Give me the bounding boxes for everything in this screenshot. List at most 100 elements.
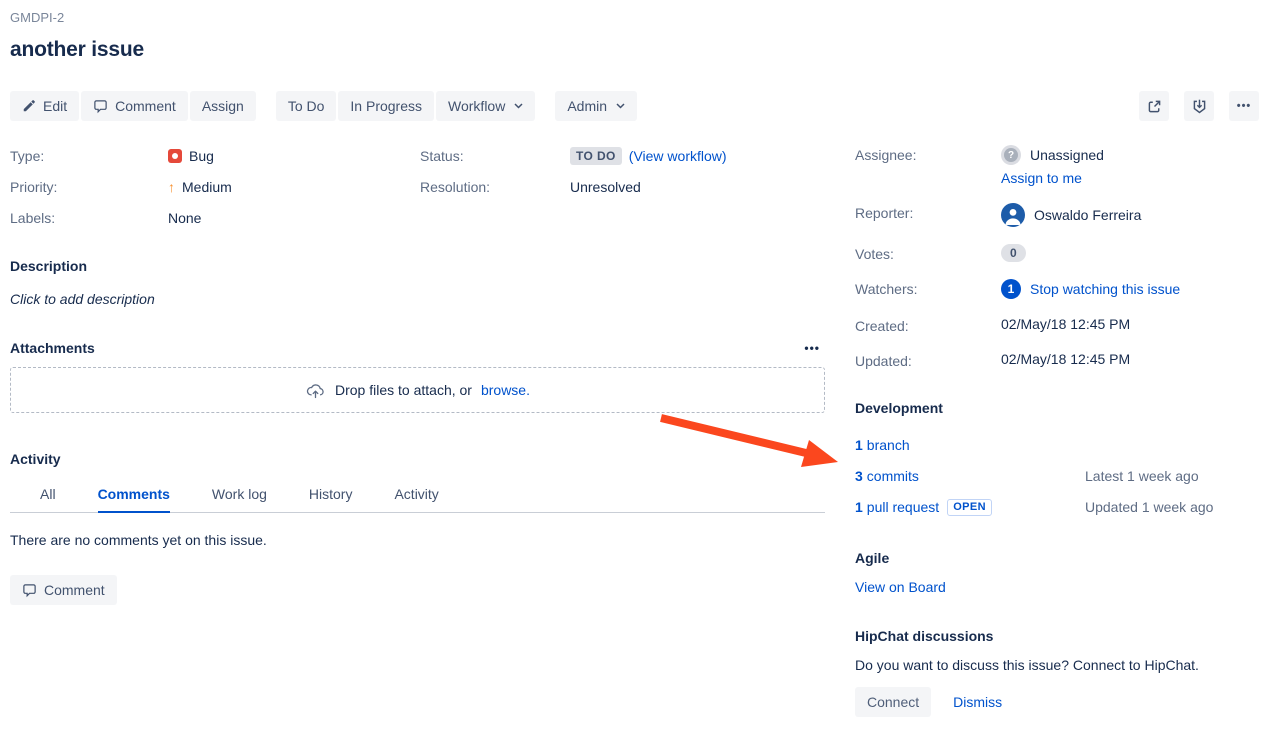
edit-button[interactable]: Edit — [10, 91, 79, 121]
type-field: Type: Bug — [10, 145, 420, 166]
hipchat-heading: HipChat discussions — [855, 628, 1259, 644]
action-button-group: Edit Comment Assign — [10, 91, 256, 121]
browse-link[interactable]: browse. — [481, 382, 530, 398]
labels-label: Labels: — [10, 210, 168, 226]
commits-link[interactable]: 3commits — [855, 468, 919, 484]
comment-bubble-icon — [22, 583, 37, 598]
cloud-upload-icon — [305, 380, 326, 401]
development-heading: Development — [855, 400, 1259, 416]
reporter-value: Oswaldo Ferreira — [1034, 207, 1141, 223]
share-icon — [1146, 98, 1163, 115]
admin-dropdown[interactable]: Admin — [555, 91, 637, 121]
votes-badge[interactable]: 0 — [1001, 244, 1026, 262]
status-field: Status: TO DO (View workflow) — [420, 145, 727, 166]
toolbar-right: ••• — [1139, 91, 1259, 121]
watchers-label: Watchers: — [855, 279, 1001, 297]
branch-link[interactable]: 1branch — [855, 437, 910, 453]
tab-activity[interactable]: Activity — [394, 480, 438, 513]
workflow-button-group: To Do In Progress Workflow — [276, 91, 535, 121]
chevron-down-icon — [514, 103, 523, 109]
development-panel: Development 1branch 3commits Latest 1 we… — [855, 400, 1259, 517]
view-on-board-link[interactable]: View on Board — [855, 579, 946, 595]
connect-button[interactable]: Connect — [855, 687, 931, 717]
bug-icon — [168, 149, 182, 163]
updated-field: Updated: 02/May/18 12:45 PM — [855, 351, 1259, 369]
agile-heading: Agile — [855, 550, 1259, 566]
hipchat-panel: HipChat discussions Do you want to discu… — [855, 628, 1259, 717]
commits-row: 3commits Latest 1 week ago — [855, 466, 1259, 486]
comment-bubble-icon — [93, 99, 108, 114]
assignee-field: Assignee: ? Unassigned Assign to me — [855, 145, 1259, 186]
tab-work-log[interactable]: Work log — [212, 480, 267, 513]
in-progress-button[interactable]: In Progress — [338, 91, 434, 121]
labels-field: Labels: None — [10, 207, 420, 228]
attachments-heading: Attachments — [10, 340, 95, 356]
unassigned-avatar-icon: ? — [1001, 145, 1021, 165]
todo-button[interactable]: To Do — [276, 91, 337, 121]
resolution-field: Resolution: Unresolved — [420, 176, 727, 197]
branch-row: 1branch — [855, 435, 1259, 455]
status-badge: TO DO — [570, 147, 622, 165]
issue-page: GMDPI-2 another issue Edit Comment Assig… — [0, 0, 1269, 717]
stop-watching-link[interactable]: Stop watching this issue — [1030, 281, 1180, 297]
toolbar: Edit Comment Assign To Do In Progress Wo… — [10, 91, 1259, 121]
updated-value: 02/May/18 12:45 PM — [1001, 351, 1130, 367]
comment-button[interactable]: Comment — [81, 91, 188, 121]
tab-comments[interactable]: Comments — [98, 480, 170, 513]
more-icon: ••• — [1237, 100, 1252, 112]
attachments-more-button[interactable]: ••• — [804, 344, 820, 352]
export-icon — [1191, 98, 1208, 115]
watchers-field: Watchers: 1 Stop watching this issue — [855, 279, 1259, 299]
assign-button[interactable]: Assign — [190, 91, 256, 121]
created-value: 02/May/18 12:45 PM — [1001, 316, 1130, 332]
type-value: Bug — [189, 148, 214, 164]
votes-field: Votes: 0 — [855, 244, 1259, 262]
commits-meta: Latest 1 week ago — [1085, 468, 1199, 484]
breadcrumb[interactable]: GMDPI-2 — [10, 10, 1259, 25]
view-workflow-link[interactable]: (View workflow) — [629, 148, 727, 164]
labels-value: None — [168, 210, 201, 226]
priority-field: Priority: ↑ Medium — [10, 176, 420, 197]
priority-value: Medium — [182, 179, 232, 195]
hipchat-prompt: Do you want to discuss this issue? Conne… — [855, 657, 1259, 673]
drop-files-text: Drop files to attach, or — [335, 382, 472, 398]
activity-heading: Activity — [10, 451, 825, 467]
assignee-label: Assignee: — [855, 145, 1001, 163]
no-comments-message: There are no comments yet on this issue. — [10, 532, 825, 548]
reporter-label: Reporter: — [855, 203, 1001, 221]
priority-label: Priority: — [10, 179, 168, 195]
updated-label: Updated: — [855, 351, 1001, 369]
votes-label: Votes: — [855, 244, 1001, 262]
pull-request-meta: Updated 1 week ago — [1085, 499, 1213, 515]
activity-tabs: All Comments Work log History Activity — [10, 480, 825, 513]
description-placeholder[interactable]: Click to add description — [10, 291, 825, 307]
priority-medium-icon: ↑ — [168, 179, 175, 195]
workflow-dropdown[interactable]: Workflow — [436, 91, 535, 121]
main-column: Type: Bug Priority: ↑ Medium — [10, 145, 825, 717]
pull-request-link[interactable]: 1pull request — [855, 499, 939, 515]
admin-button-group: Admin — [555, 91, 637, 121]
page-title: another issue — [10, 38, 1259, 62]
sidebar: Assignee: ? Unassigned Assign to me Repo… — [855, 145, 1259, 717]
export-button[interactable] — [1184, 91, 1214, 121]
comment-footer-button[interactable]: Comment — [10, 575, 117, 605]
details-module: Type: Bug Priority: ↑ Medium — [10, 145, 825, 238]
description-heading: Description — [10, 258, 825, 274]
status-label: Status: — [420, 148, 570, 164]
tab-history[interactable]: History — [309, 480, 353, 513]
share-button[interactable] — [1139, 91, 1169, 121]
chevron-down-icon — [616, 103, 625, 109]
watchers-badge[interactable]: 1 — [1001, 279, 1021, 299]
dismiss-link[interactable]: Dismiss — [953, 694, 1002, 710]
attachments-dropzone[interactable]: Drop files to attach, or browse. — [10, 367, 825, 413]
pull-request-row: 1pull request OPEN Updated 1 week ago — [855, 497, 1259, 517]
pencil-icon — [22, 99, 36, 113]
more-options-button[interactable]: ••• — [1229, 91, 1259, 121]
assign-to-me-link[interactable]: Assign to me — [1001, 170, 1082, 186]
reporter-avatar[interactable] — [1001, 203, 1025, 227]
open-status-badge: OPEN — [947, 499, 992, 516]
tab-all[interactable]: All — [40, 480, 56, 513]
agile-panel: Agile View on Board — [855, 550, 1259, 597]
assignee-value: Unassigned — [1030, 147, 1104, 163]
resolution-value: Unresolved — [570, 179, 641, 195]
